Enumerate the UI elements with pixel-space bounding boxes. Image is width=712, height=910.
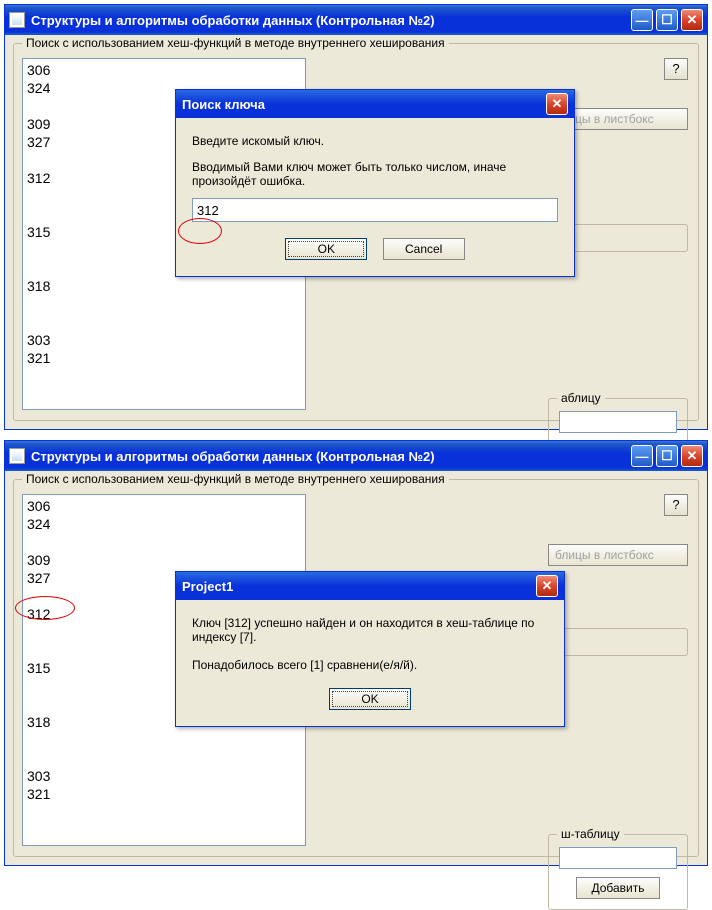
list-item[interactable]: 309 bbox=[27, 551, 301, 569]
client-area: Поиск с использованием хеш-функций в мет… bbox=[5, 35, 707, 429]
add-key-group-title: ш-таблицу bbox=[557, 827, 624, 841]
list-item[interactable]: 321 bbox=[27, 785, 301, 803]
titlebar[interactable]: Структуры и алгоритмы обработки данных (… bbox=[5, 5, 707, 35]
dialog-title: Поиск ключа bbox=[182, 97, 546, 112]
window-title: Структуры и алгоритмы обработки данных (… bbox=[31, 449, 631, 464]
search-key-input[interactable] bbox=[192, 198, 558, 222]
close-button[interactable]: ✕ bbox=[681, 9, 703, 31]
main-window-1: Структуры и алгоритмы обработки данных (… bbox=[4, 4, 708, 430]
app-icon bbox=[9, 448, 25, 464]
list-item[interactable]: 306 bbox=[27, 497, 301, 515]
group-title: Поиск с использованием хеш-функций в мет… bbox=[22, 36, 449, 50]
dialog-message-1: Ключ [312] успешно найден и он находится… bbox=[192, 616, 548, 644]
list-item[interactable] bbox=[27, 533, 301, 551]
dialog-title: Project1 bbox=[182, 579, 536, 594]
list-item[interactable]: 324 bbox=[27, 515, 301, 533]
dialog-prompt-2: Вводимый Вами ключ может быть только чис… bbox=[192, 160, 558, 188]
fill-listbox-button[interactable]: цы в листбокс bbox=[568, 108, 688, 130]
add-key-input[interactable] bbox=[559, 411, 677, 433]
minimize-button[interactable]: — bbox=[631, 445, 653, 467]
list-item[interactable] bbox=[27, 313, 301, 331]
list-item[interactable] bbox=[27, 295, 301, 313]
list-item[interactable] bbox=[27, 749, 301, 767]
close-button[interactable]: ✕ bbox=[681, 445, 703, 467]
maximize-button[interactable]: ☐ bbox=[656, 445, 678, 467]
ok-button[interactable]: OK bbox=[329, 688, 411, 710]
dialog-titlebar[interactable]: Поиск ключа ✕ bbox=[176, 90, 574, 118]
dialog-titlebar[interactable]: Project1 ✕ bbox=[176, 572, 564, 600]
list-item[interactable]: 303 bbox=[27, 331, 301, 349]
help-button[interactable]: ? bbox=[664, 494, 688, 516]
add-key-group-title: аблицу bbox=[557, 391, 605, 405]
dialog-close-button[interactable]: ✕ bbox=[536, 575, 558, 597]
main-window-2: Структуры и алгоритмы обработки данных (… bbox=[4, 440, 708, 866]
group-title: Поиск с использованием хеш-функций в мет… bbox=[22, 472, 449, 486]
dialog-message-2: Понадобилось всего [1] сравнени(е/я/й). bbox=[192, 658, 548, 672]
cancel-button[interactable]: Cancel bbox=[383, 238, 465, 260]
list-item[interactable]: 318 bbox=[27, 277, 301, 295]
fill-listbox-button[interactable]: блицы в листбокс bbox=[548, 544, 688, 566]
minimize-button[interactable]: — bbox=[631, 9, 653, 31]
result-dialog: Project1 ✕ Ключ [312] успешно найден и о… bbox=[175, 571, 565, 727]
dialog-prompt-1: Введите искомый ключ. bbox=[192, 134, 558, 148]
search-key-dialog: Поиск ключа ✕ Введите искомый ключ. Ввод… bbox=[175, 89, 575, 277]
add-key-input[interactable] bbox=[559, 847, 677, 869]
add-key-group: ш-таблицу Добавить bbox=[548, 834, 688, 910]
list-item[interactable]: 303 bbox=[27, 767, 301, 785]
help-button[interactable]: ? bbox=[664, 58, 688, 80]
ok-button[interactable]: OK bbox=[285, 238, 367, 260]
list-item[interactable] bbox=[27, 731, 301, 749]
client-area: Поиск с использованием хеш-функций в мет… bbox=[5, 471, 707, 865]
maximize-button[interactable]: ☐ bbox=[656, 9, 678, 31]
titlebar[interactable]: Структуры и алгоритмы обработки данных (… bbox=[5, 441, 707, 471]
window-title: Структуры и алгоритмы обработки данных (… bbox=[31, 13, 631, 28]
add-button[interactable]: Добавить bbox=[576, 877, 659, 899]
list-item[interactable]: 306 bbox=[27, 61, 301, 79]
dialog-close-button[interactable]: ✕ bbox=[546, 93, 568, 115]
list-item[interactable]: 321 bbox=[27, 349, 301, 367]
app-icon bbox=[9, 12, 25, 28]
